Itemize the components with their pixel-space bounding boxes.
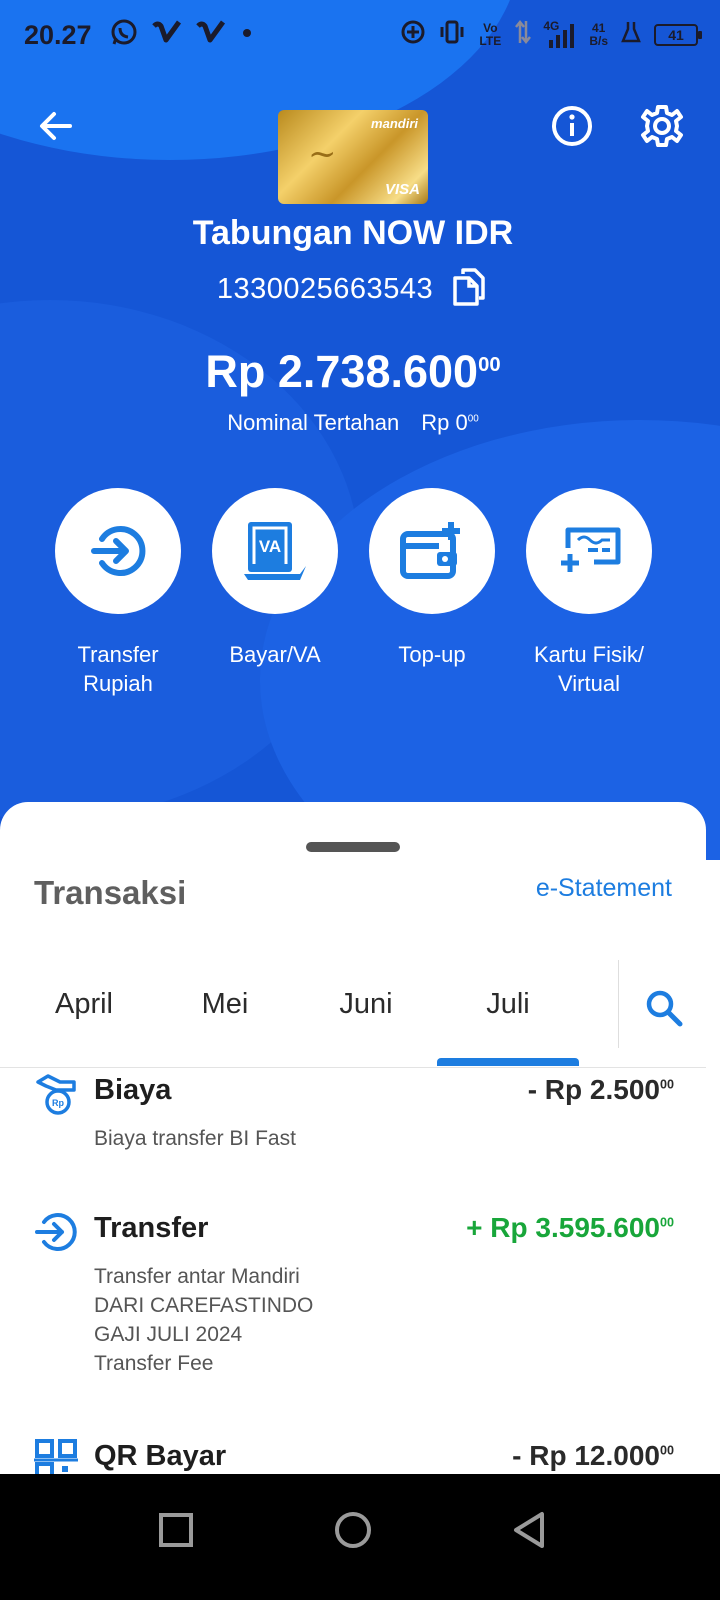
copy-button[interactable] xyxy=(451,266,489,313)
battery-indicator: 41 xyxy=(654,23,702,46)
search-icon xyxy=(646,990,683,1027)
system-navigation-bar xyxy=(0,1474,720,1600)
tab-juni[interactable]: Juni xyxy=(296,988,436,1021)
debit-card-image[interactable]: mandiri ~ VISA xyxy=(278,110,428,204)
transaction-description: Transfer antar Mandiri DARI CAREFASTINDO… xyxy=(94,1265,314,1375)
action-icon-circle[interactable] xyxy=(526,488,652,614)
balance-cents: 00 xyxy=(478,354,501,376)
transfer-icon xyxy=(34,1210,78,1254)
card-brand: mandiri xyxy=(371,116,418,131)
svg-text:VA: VA xyxy=(259,537,281,556)
gear-icon xyxy=(641,105,683,147)
vimeo-icon xyxy=(152,18,182,53)
card-network-logo: VISA xyxy=(384,181,420,198)
month-tabs: April Mei Juni Juli xyxy=(0,958,706,1068)
card-artwork: ~ xyxy=(308,134,337,174)
back-nav-button[interactable] xyxy=(500,1500,560,1560)
copy-icon xyxy=(453,268,485,306)
held-amount-row: Nominal Tertahan Rp 000 xyxy=(0,410,706,436)
transaction-amount: - Rp 2.50000 xyxy=(527,1074,674,1105)
balance-amount: Rp 2.738.600 xyxy=(205,346,479,397)
tab-divider xyxy=(618,960,619,1048)
action-icon-circle[interactable] xyxy=(369,488,495,614)
square-icon xyxy=(159,1513,193,1547)
vimeo-icon xyxy=(196,18,226,53)
status-bar: 20.27 Vo LTE 4G 41 B/s 41 xyxy=(0,0,720,72)
action-transfer-rupiah[interactable]: Transfer Rupiah xyxy=(40,488,196,698)
arrow-left-icon xyxy=(40,112,72,140)
action-label: Kartu Fisik/Virtual xyxy=(533,642,645,696)
action-label: Bayar/VA xyxy=(229,642,321,667)
wallet-topup-icon xyxy=(400,522,460,579)
recents-button[interactable] xyxy=(146,1500,206,1560)
action-top-up[interactable]: Top-up xyxy=(354,488,510,669)
info-icon xyxy=(552,106,592,146)
active-tab-indicator xyxy=(437,1058,579,1066)
transaction-title: Biaya xyxy=(94,1074,172,1106)
va-icon: VA xyxy=(244,522,306,580)
action-icon-circle[interactable] xyxy=(55,488,181,614)
back-button[interactable] xyxy=(26,96,86,156)
tab-mei[interactable]: Mei xyxy=(155,988,295,1021)
lab-flask-icon xyxy=(620,19,642,50)
settings-button[interactable] xyxy=(632,96,692,156)
volte-indicator: Vo LTE xyxy=(479,20,502,48)
action-bayar-va[interactable]: VA Bayar/VA xyxy=(197,488,353,669)
signal-icon: 4G xyxy=(543,19,577,50)
action-icon-circle[interactable]: VA xyxy=(212,488,338,614)
account-number-row: 1330025663543 xyxy=(0,266,706,313)
transfer-icon xyxy=(91,526,146,576)
transaction-amount: + Rp 3.595.60000 xyxy=(466,1212,674,1243)
transaction-description: Biaya transfer BI Fast xyxy=(94,1127,296,1150)
transactions-title: Transaksi xyxy=(34,874,187,911)
account-balance: Rp 2.738.60000 xyxy=(0,346,706,398)
search-button[interactable] xyxy=(636,980,692,1036)
tab-juli[interactable]: Juli xyxy=(438,988,578,1021)
account-number: 1330025663543 xyxy=(216,273,434,305)
info-button[interactable] xyxy=(542,96,602,156)
action-label: Transfer Rupiah xyxy=(77,642,159,696)
action-kartu-fisik-virtual[interactable]: Kartu Fisik/Virtual xyxy=(511,488,667,698)
tab-april[interactable]: April xyxy=(14,988,154,1021)
held-label: Nominal Tertahan xyxy=(227,410,400,435)
transaction-amount: - Rp 12.00000 xyxy=(512,1440,674,1471)
account-name: Tabungan NOW IDR xyxy=(192,214,514,252)
network-speed: 41 B/s xyxy=(589,20,608,48)
estatement-link[interactable]: e-Statement xyxy=(536,874,672,903)
data-arrows-icon xyxy=(515,19,532,50)
transaction-title: Transfer xyxy=(94,1212,209,1244)
action-label: Top-up xyxy=(398,642,466,667)
vibrate-icon xyxy=(439,18,465,51)
circle-icon xyxy=(335,1512,371,1548)
notification-dot-icon xyxy=(240,26,254,45)
transaction-title: QR Bayar xyxy=(94,1440,227,1472)
data-saver-icon xyxy=(399,18,427,51)
held-amount: Rp 0 xyxy=(421,410,468,435)
triangle-back-icon xyxy=(514,1512,544,1548)
whatsapp-icon xyxy=(110,19,138,52)
fee-icon: Rp xyxy=(34,1072,78,1116)
card-icon xyxy=(561,527,621,572)
held-cents: 00 xyxy=(467,413,479,425)
svg-text:Rp: Rp xyxy=(52,1098,64,1108)
home-button[interactable] xyxy=(323,1500,383,1560)
status-time: 20.27 xyxy=(24,20,92,50)
sheet-drag-handle[interactable] xyxy=(306,842,400,852)
